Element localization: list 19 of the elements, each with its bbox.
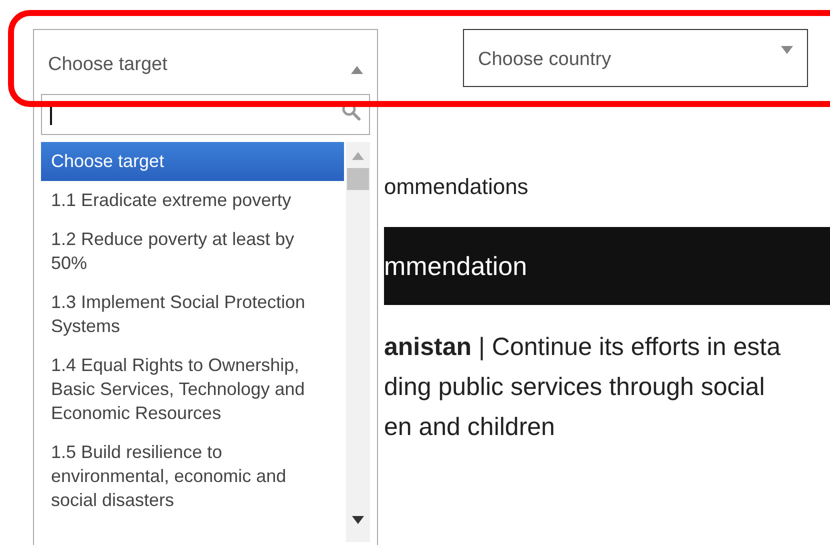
scroll-up-icon[interactable] bbox=[352, 152, 364, 160]
recommendation-text: anistan | Continue its efforts in esta ding public services through social en and children bbox=[384, 332, 782, 443]
scrollbar[interactable] bbox=[346, 142, 370, 542]
text-cursor bbox=[50, 104, 52, 124]
option-item[interactable]: 1.3 Implement Social Protection Systems bbox=[41, 283, 344, 346]
option-item[interactable]: 1.2 Reduce poverty at least by 50% bbox=[41, 220, 344, 283]
target-select[interactable]: Choose target bbox=[33, 29, 378, 95]
scroll-down-icon[interactable] bbox=[352, 516, 364, 524]
banner-title: mmendation bbox=[384, 250, 528, 282]
option-item[interactable]: Choose target bbox=[41, 142, 344, 181]
caret-icon bbox=[351, 66, 363, 74]
scrollbar-thumb[interactable] bbox=[347, 168, 369, 190]
option-item[interactable]: 1.5 Build resilience to environmental, economic and social disasters bbox=[41, 433, 344, 520]
option-item[interactable]: 1.1 Eradicate extreme poverty bbox=[41, 181, 344, 220]
caret-icon bbox=[781, 46, 793, 54]
country-select[interactable]: Choose country bbox=[463, 29, 808, 87]
section-heading: ommendations bbox=[384, 173, 530, 201]
option-item[interactable]: 1.4 Equal Rights to Ownership, Basic Services, Technology and Economic Resources bbox=[41, 346, 344, 433]
search-field[interactable] bbox=[41, 94, 370, 135]
